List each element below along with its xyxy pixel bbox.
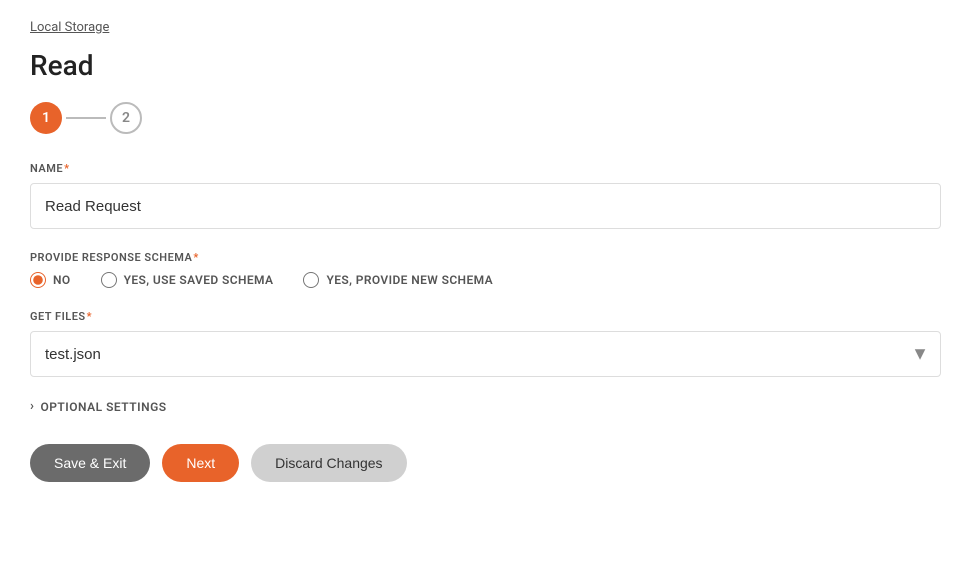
- step-1[interactable]: 1: [30, 102, 62, 134]
- get-files-label: GET FILES*: [30, 310, 941, 323]
- discard-changes-button[interactable]: Discard Changes: [251, 444, 406, 482]
- file-input-wrapper: ▼: [30, 331, 941, 377]
- radio-no-input[interactable]: [30, 272, 46, 288]
- get-files-input[interactable]: [30, 331, 941, 377]
- radio-yes-new[interactable]: YES, PROVIDE NEW SCHEMA: [303, 272, 493, 288]
- optional-settings-toggle[interactable]: › OPTIONAL SETTINGS: [30, 399, 941, 414]
- radio-yes-new-input[interactable]: [303, 272, 319, 288]
- next-button[interactable]: Next: [162, 444, 239, 482]
- page-title: Read: [30, 49, 941, 82]
- radio-no[interactable]: NO: [30, 272, 71, 288]
- radio-yes-saved[interactable]: YES, USE SAVED SCHEMA: [101, 272, 274, 288]
- get-files-section: GET FILES* ▼: [30, 310, 941, 377]
- steps-container: 1 2: [30, 102, 941, 134]
- response-schema-radio-group: NO YES, USE SAVED SCHEMA YES, PROVIDE NE…: [30, 272, 941, 288]
- name-field-section: NAME*: [30, 162, 941, 229]
- name-label: NAME*: [30, 162, 941, 175]
- save-exit-button[interactable]: Save & Exit: [30, 444, 150, 482]
- breadcrumb[interactable]: Local Storage: [30, 20, 941, 35]
- buttons-row: Save & Exit Next Discard Changes: [30, 444, 941, 482]
- chevron-right-icon: ›: [30, 399, 34, 414]
- response-schema-section: PROVIDE RESPONSE SCHEMA* NO YES, USE SAV…: [30, 251, 941, 288]
- radio-yes-saved-input[interactable]: [101, 272, 117, 288]
- step-2[interactable]: 2: [110, 102, 142, 134]
- name-input[interactable]: [30, 183, 941, 229]
- response-schema-label: PROVIDE RESPONSE SCHEMA*: [30, 251, 941, 264]
- step-connector: [66, 117, 106, 119]
